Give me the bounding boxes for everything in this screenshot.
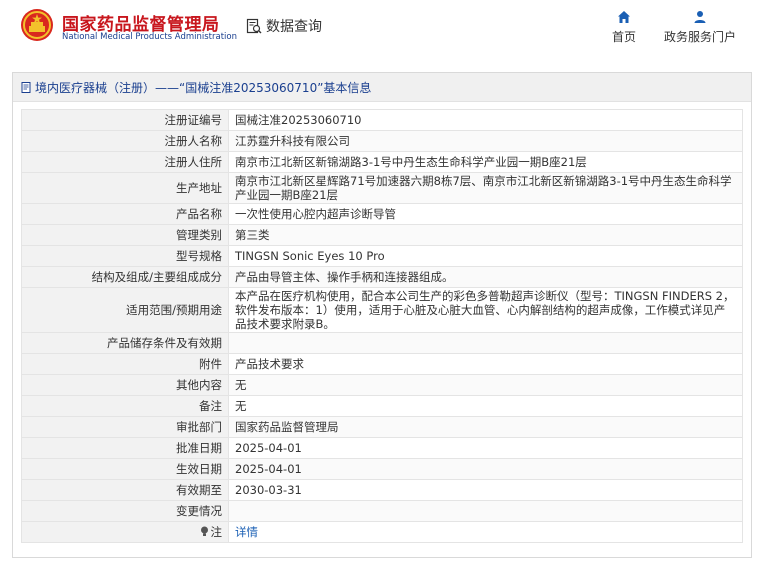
details-link[interactable]: 详情 [235,525,258,539]
note-label-cell: 注 [21,521,229,543]
row-label: 产品名称 [21,203,229,225]
row-value: 无 [228,374,743,396]
row-value: 2025-04-01 [228,437,743,459]
row-value: TINGSN Sonic Eyes 10 Pro [228,245,743,267]
row-label: 审批部门 [21,416,229,438]
table-row: 生效日期 2025-04-01 [21,458,743,480]
table-row: 有效期至 2030-03-31 [21,479,743,501]
site-header: 国家药品监督管理局 National Medical Products Admi… [0,0,762,62]
row-label: 附件 [21,353,229,375]
nav-service-portal[interactable]: 政务服务门户 [660,10,740,45]
user-icon [694,11,706,23]
row-value: 国家药品监督管理局 [228,416,743,438]
site-name-en[interactable]: National Medical Products Administration [62,32,237,42]
table-row: 型号规格 TINGSN Sonic Eyes 10 Pro [21,245,743,267]
document-search-icon [246,18,262,34]
row-label: 其他内容 [21,374,229,396]
row-label: 批准日期 [21,437,229,459]
row-label: 适用范围/预期用途 [21,287,229,333]
row-value: 江苏霆升科技有限公司 [228,130,743,152]
row-label: 有效期至 [21,479,229,501]
row-value: 产品由导管主体、操作手柄和连接器组成。 [228,266,743,288]
row-label: 注册人名称 [21,130,229,152]
row-label: 生产地址 [21,172,229,204]
table-row: 附件 产品技术要求 [21,353,743,375]
data-query-link[interactable]: 数据查询 [246,16,322,36]
row-value: 第三类 [228,224,743,246]
table-row: 注 详情 [21,521,743,543]
row-value [228,332,743,354]
table-row: 管理类别 第三类 [21,224,743,246]
row-label: 变更情况 [21,500,229,522]
table-row: 变更情况 [21,500,743,522]
row-value: 2025-04-01 [228,458,743,480]
row-label: 生效日期 [21,458,229,480]
data-query-label: 数据查询 [266,19,322,35]
row-label: 结构及组成/主要组成成分 [21,266,229,288]
row-value-cell: 详情 [228,521,743,543]
detail-panel: 境内医疗器械（注册）——“国械注准20253060710”基本信息 注册证编号 … [12,72,752,558]
table-row: 审批部门 国家药品监督管理局 [21,416,743,438]
table-row: 结构及组成/主要组成成分 产品由导管主体、操作手柄和连接器组成。 [21,266,743,288]
panel-title-bar: 境内医疗器械（注册）——“国械注准20253060710”基本信息 [13,73,751,102]
row-label: 管理类别 [21,224,229,246]
row-value: 本产品在医疗机构使用，配合本公司生产的彩色多普勒超声诊断仪（型号：TINGSN … [228,287,743,333]
row-value: 一次性使用心腔内超声诊断导管 [228,203,743,225]
row-value [228,500,743,522]
row-value: 南京市江北新区新锦湖路3-1号中丹生态生命科学产业园一期B座21层 [228,151,743,173]
row-value: 2030-03-31 [228,479,743,501]
table-row: 注册人住所 南京市江北新区新锦湖路3-1号中丹生态生命科学产业园一期B座21层 [21,151,743,173]
table-row: 适用范围/预期用途 本产品在医疗机构使用，配合本公司生产的彩色多普勒超声诊断仪（… [21,287,743,333]
registration-info-table: 注册证编号 国械注准20253060710 注册人名称 江苏霆升科技有限公司 注… [21,109,743,543]
table-row: 注册证编号 国械注准20253060710 [21,109,743,131]
table-row: 批准日期 2025-04-01 [21,437,743,459]
row-label: 注 [210,525,223,539]
row-label: 备注 [21,395,229,417]
table-row: 注册人名称 江苏霆升科技有限公司 [21,130,743,152]
row-value: 南京市江北新区星辉路71号加速器六期8栋7层、南京市江北新区新锦湖路3-1号中丹… [228,172,743,204]
row-label: 产品储存条件及有效期 [21,332,229,354]
row-label: 型号规格 [21,245,229,267]
table-row: 备注 无 [21,395,743,417]
bulb-icon [200,526,208,536]
table-row: 产品储存条件及有效期 [21,332,743,354]
nav-home-label: 首页 [611,30,636,44]
row-value: 无 [228,395,743,417]
table-row: 产品名称 一次性使用心腔内超声诊断导管 [21,203,743,225]
row-value: 产品技术要求 [228,353,743,375]
table-row: 其他内容 无 [21,374,743,396]
nav-home[interactable]: 首页 [604,10,644,45]
row-label: 注册人住所 [21,151,229,173]
row-label: 注册证编号 [21,109,229,131]
table-row: 生产地址 南京市江北新区星辉路71号加速器六期8栋7层、南京市江北新区新锦湖路3… [21,172,743,204]
row-value: 国械注准20253060710 [228,109,743,131]
panel-title: 境内医疗器械（注册）——“国械注准20253060710”基本信息 [35,80,372,95]
nav-service-label: 政务服务门户 [663,30,736,44]
national-emblem-icon [21,9,53,41]
home-icon [618,11,630,23]
document-icon [21,81,31,93]
